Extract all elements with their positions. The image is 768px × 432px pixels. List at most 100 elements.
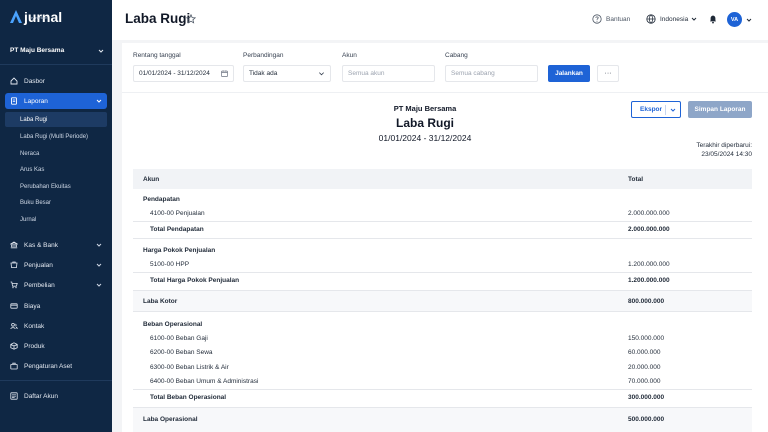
bell-icon[interactable]: [708, 14, 718, 24]
asset-icon: [10, 362, 18, 370]
calendar-icon: [221, 70, 228, 77]
chevron-down-icon: [96, 263, 102, 267]
accounts-icon: [10, 392, 18, 400]
run-button[interactable]: Jalankan: [548, 65, 590, 82]
sidebar-item-dasbor[interactable]: Dasbor: [5, 73, 107, 89]
section-header: Pendapatan: [143, 195, 180, 203]
sidebar-subitem-neraca[interactable]: Neraca: [5, 146, 107, 161]
branch-label: Cabang: [445, 52, 468, 59]
globe-icon: [646, 14, 656, 24]
sidebar-item-label: Pengaturan Aset: [24, 362, 73, 370]
help-label: Bantuan: [606, 15, 631, 23]
sidebar-item-label: Produk: [24, 342, 45, 350]
bank-icon: [10, 241, 18, 249]
gross-profit-row: Laba Kotor 800.000.000: [143, 297, 665, 305]
sidebar-subitem-arus-kas[interactable]: Arus Kas: [5, 162, 107, 177]
language-label: Indonesia: [660, 15, 689, 23]
row-divider: [133, 238, 752, 239]
sidebar-item-kas-bank[interactable]: Kas & Bank: [5, 237, 107, 253]
date-range-picker[interactable]: 01/01/2024 - 31/12/2024: [133, 65, 234, 82]
chevron-down-icon: [98, 49, 104, 53]
column-header-total: Total: [628, 175, 644, 183]
table-row[interactable]: 6300-00 Beban Listrik & Air 20.000.000: [133, 360, 752, 374]
sidebar-subitem-jurnal[interactable]: Jurnal: [5, 212, 107, 227]
table-row[interactable]: 6100-00 Beban Gaji 150.000.000: [133, 331, 752, 345]
top-header: Laba Rugi Bantuan Indonesia VA: [112, 0, 768, 40]
sidebar-item-label: Pembelian: [24, 281, 55, 289]
sidebar-item-produk[interactable]: Produk: [5, 338, 107, 354]
sidebar-item-label: Biaya: [24, 302, 41, 310]
sidebar-item-label: Daftar Akun: [24, 392, 58, 400]
sidebar-item-laporan[interactable]: Laporan: [5, 93, 107, 109]
page-title: Laba Rugi: [125, 11, 191, 26]
chevron-down-icon: [96, 243, 102, 247]
row-divider: [133, 311, 752, 312]
comparison-label: Perbandingan: [243, 52, 284, 59]
help-link[interactable]: Bantuan: [592, 14, 630, 24]
report-title: Laba Rugi: [395, 116, 454, 130]
report-icon: [10, 97, 18, 105]
sidebar-subitem-perubahan-ekuitas[interactable]: Perubahan Ekuitas: [5, 179, 107, 194]
sidebar-subitem-laba-rugi-multi[interactable]: Laba Rugi (Multi Periode): [5, 129, 107, 144]
total-row: Total Pendapatan 2.000.000.000: [150, 225, 670, 233]
table-row[interactable]: 6200-00 Beban Sewa 60.000.000: [133, 345, 752, 359]
jurnal-logo-icon: [10, 10, 22, 23]
branch-input[interactable]: Semua cabang: [445, 65, 538, 82]
dashboard-icon: [10, 77, 18, 85]
sidebar-item-pengaturan-aset[interactable]: Pengaturan Aset: [5, 358, 107, 374]
expense-icon: [10, 302, 18, 310]
export-button[interactable]: Ekspor: [631, 101, 681, 118]
account-input[interactable]: Semua akun: [342, 65, 435, 82]
table-row[interactable]: 6400-00 Beban Umum & Administrasi 70.000.…: [133, 374, 752, 388]
sidebar-item-biaya[interactable]: Biaya: [5, 298, 107, 314]
chevron-down-icon: [670, 108, 676, 112]
company-name: PT Maju Bersama: [10, 47, 65, 54]
language-selector[interactable]: Indonesia: [646, 14, 701, 24]
sales-icon: [10, 261, 18, 269]
sidebar-subitem-buku-besar[interactable]: Buku Besar: [5, 195, 107, 210]
sidebar-item-label: Kas & Bank: [24, 241, 58, 249]
last-updated-value: 23/05/2024 14:30: [701, 151, 752, 158]
account-label: Akun: [342, 52, 357, 59]
cart-icon: [10, 281, 18, 289]
chevron-down-icon[interactable]: [746, 17, 752, 23]
company-switcher[interactable]: PT Maju Bersama: [10, 47, 104, 54]
contacts-icon: [10, 322, 18, 330]
sidebar-item-daftar-akun[interactable]: Daftar Akun: [5, 388, 107, 404]
chevron-down-icon: [319, 72, 324, 76]
total-row: Total Harga Pokok Penjualan 1.200.000.000: [150, 276, 670, 284]
export-label: Ekspor: [640, 106, 663, 113]
total-row: Total Beban Operasional 300.000.000: [150, 393, 665, 401]
box-icon: [10, 342, 18, 350]
sidebar-item-kontak[interactable]: Kontak: [5, 318, 107, 334]
last-updated-label: Terakhir diperbarui:: [696, 142, 752, 149]
sidebar-item-label: Dasbor: [24, 77, 45, 85]
logo-subtitle: by mekari: [30, 15, 48, 20]
report-period: 01/01/2024 - 31/12/2024: [378, 133, 472, 143]
sidebar-item-pembelian[interactable]: Pembelian: [5, 277, 107, 293]
chevron-down-icon: [96, 283, 102, 287]
sidebar-item-penjualan[interactable]: Penjualan: [5, 257, 107, 273]
chevron-down-icon: [96, 99, 102, 103]
section-header: Harga Pokok Penjualan: [143, 246, 216, 254]
save-report-button[interactable]: Simpan Laporan: [688, 101, 752, 118]
comparison-value: Tidak ada: [249, 70, 278, 77]
row-divider: [133, 290, 752, 291]
export-separator: [665, 105, 666, 115]
table-row[interactable]: 4100-00 Penjualan 2.000.000.000: [133, 206, 752, 220]
comparison-select[interactable]: Tidak ada: [243, 65, 331, 82]
table-row[interactable]: 5100-00 HPP 1.200.000.000: [133, 257, 752, 271]
last-updated: Terakhir diperbarui: 23/05/2024 14:30: [696, 141, 752, 159]
sidebar-item-label: Kontak: [24, 322, 45, 330]
section-header: Beban Operasional: [143, 320, 203, 328]
table-header: Akun Total: [133, 169, 752, 189]
avatar[interactable]: VA: [727, 12, 742, 27]
column-header-account: Akun: [143, 175, 160, 183]
sidebar-subitem-laba-rugi[interactable]: Laba Rugi: [5, 112, 107, 127]
more-options-button[interactable]: ···: [597, 65, 619, 82]
star-icon[interactable]: [186, 14, 196, 24]
sidebar: jurnal by mekari PT Maju Bersama Dasbor …: [0, 0, 112, 432]
date-range-label: Rentang tanggal: [133, 52, 181, 59]
sidebar-divider: [0, 380, 112, 381]
filter-bar: Rentang tanggal 01/01/2024 - 31/12/2024 …: [122, 43, 768, 92]
